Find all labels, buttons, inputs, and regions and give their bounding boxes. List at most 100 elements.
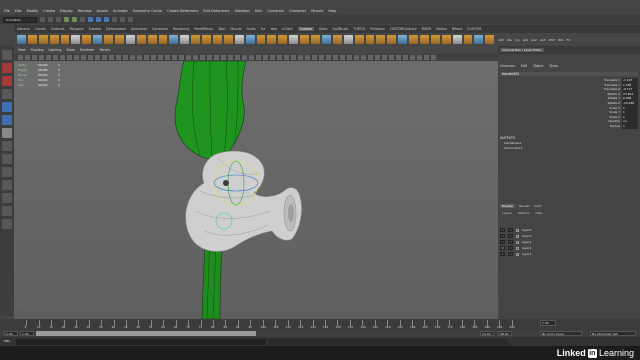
shelf-tab[interactable]: GoZBrush [333, 27, 349, 31]
shelf-tool-icon[interactable] [169, 35, 179, 44]
viewport-toolbar-icon[interactable] [67, 55, 72, 60]
viewport-toolbar-icon[interactable] [158, 55, 163, 60]
save-scene-icon[interactable] [56, 17, 61, 22]
viewport-toolbar-icon[interactable] [277, 55, 282, 60]
start-time-field[interactable]: 1.00 [4, 331, 18, 336]
shelf-tool-icon[interactable] [365, 35, 375, 44]
viewport-toolbar-icon[interactable] [39, 55, 44, 60]
menu-constrain[interactable]: Constrain [267, 9, 284, 13]
shelf-tool-icon[interactable] [474, 35, 484, 44]
viewport-toolbar-icon[interactable] [25, 55, 30, 60]
select-hierarchy-icon[interactable] [64, 17, 69, 22]
open-scene-icon[interactable] [48, 17, 53, 22]
shelf-tab[interactable]: MASH [422, 27, 431, 31]
shelf-button[interactable]: c1B [498, 38, 504, 42]
playback-start-field[interactable]: 1.00 [20, 331, 34, 336]
shelf-tool-icon[interactable] [104, 35, 114, 44]
shelf-button[interactable]: MOT [548, 38, 555, 42]
shelf-tool-icon[interactable] [158, 35, 168, 44]
shelf-tool-icon[interactable] [256, 35, 266, 44]
viewport-toolbar-icon[interactable] [193, 55, 198, 60]
viewport-toolbar-icon[interactable] [326, 55, 331, 60]
shelf-tool-icon[interactable] [202, 35, 212, 44]
shelf-tab[interactable]: Toon [218, 27, 225, 31]
shelf-tab[interactable]: XGen [319, 27, 328, 31]
viewport-toolbar-icon[interactable] [284, 55, 289, 60]
menu-character[interactable]: Character [289, 9, 306, 13]
viewport-toolbar-icon[interactable] [424, 55, 429, 60]
viewport-toolbar-icon[interactable] [389, 55, 394, 60]
lasso-tool-icon[interactable] [2, 63, 12, 73]
shelf-tool-icon[interactable] [321, 35, 331, 44]
shelf-tool-icon[interactable] [180, 35, 190, 44]
layer-visibility-toggle[interactable] [500, 252, 505, 256]
layout-outliner-icon[interactable] [2, 180, 12, 190]
output-node[interactable]: skinCluster1 [504, 146, 523, 151]
viewport-toolbar-icon[interactable] [81, 55, 86, 60]
layer-menu-help[interactable]: Help [536, 211, 543, 215]
shelf-button[interactable]: pk1 [523, 38, 529, 42]
render-settings-icon[interactable] [128, 17, 133, 22]
menu-assets[interactable]: Assets [97, 9, 108, 13]
end-time-field[interactable]: 48.00 [498, 331, 512, 336]
layer-visibility-toggle[interactable] [500, 240, 505, 244]
layer-menu-options[interactable]: Options [518, 211, 530, 215]
shelf-tab[interactable]: Hair [271, 27, 278, 31]
layer-color-swatch[interactable] [516, 234, 519, 238]
viewport-toolbar-icon[interactable] [221, 55, 226, 60]
select-component-icon[interactable] [80, 17, 85, 22]
shelf-tab[interactable]: Dynamics [152, 27, 168, 31]
playback-end-field[interactable]: 24.00 [480, 331, 494, 336]
viewport-menu-shading[interactable]: Shading [31, 48, 44, 52]
move-tool-icon[interactable] [2, 89, 12, 99]
layer-playback-toggle[interactable] [508, 234, 513, 238]
snap-curve-icon[interactable] [96, 17, 101, 22]
range-bar[interactable] [36, 331, 256, 336]
menu-skeleton[interactable]: Skeleton [235, 9, 250, 13]
anim-layer-dropdown[interactable]: No Anim Layer [540, 331, 582, 336]
shelf-tab[interactable]: Motion [436, 27, 447, 31]
shelf-tool-icon[interactable] [60, 35, 70, 44]
shelf-tool-icon[interactable] [343, 35, 353, 44]
shelf-button[interactable]: RIG [558, 38, 563, 42]
shelf-tab[interactable]: Bifrost [452, 27, 462, 31]
viewport-toolbar-icon[interactable] [431, 55, 436, 60]
viewport-toolbar-icon[interactable] [242, 55, 247, 60]
viewport-toolbar-icon[interactable] [347, 55, 352, 60]
shelf-tab[interactable]: TURTLE [353, 27, 365, 31]
shelf-tool-icon[interactable] [49, 35, 59, 44]
viewport-toolbar-icon[interactable] [200, 55, 205, 60]
viewport-toolbar-icon[interactable] [361, 55, 366, 60]
layout-custom-icon[interactable] [2, 219, 12, 229]
viewport-toolbar-icon[interactable] [186, 55, 191, 60]
paint-select-tool-icon[interactable] [2, 76, 12, 86]
shelf-button[interactable]: 1/1 [515, 38, 520, 42]
shelf-tool-icon[interactable] [191, 35, 201, 44]
layer-tab-display[interactable]: Display [500, 204, 516, 208]
menu-skin[interactable]: Skin [255, 9, 262, 13]
rotate-tool-icon[interactable] [2, 102, 12, 112]
shelf-tool-icon[interactable] [234, 35, 244, 44]
shelf-tool-icon[interactable] [267, 35, 277, 44]
viewport-toolbar-icon[interactable] [291, 55, 296, 60]
shelf-tool-icon[interactable] [430, 35, 440, 44]
menu-edit[interactable]: Edit [15, 9, 22, 13]
shelf-tab[interactable]: CUSTOM:\Library [390, 27, 417, 31]
shelf-tool-icon[interactable] [17, 35, 26, 44]
snap-grid-icon[interactable] [88, 17, 93, 22]
viewport-toolbar-icon[interactable] [340, 55, 345, 60]
viewport-toolbar-icon[interactable] [151, 55, 156, 60]
layer-color-swatch[interactable] [516, 240, 519, 244]
viewport-toolbar-icon[interactable] [137, 55, 142, 60]
viewport-toolbar-icon[interactable] [18, 55, 23, 60]
viewport-toolbar-icon[interactable] [235, 55, 240, 60]
shelf-tool-icon[interactable] [300, 35, 310, 44]
menu-file[interactable]: File [4, 9, 10, 13]
shelf-tab[interactable]: Surfaces [51, 27, 65, 31]
shelf-tool-icon[interactable] [38, 35, 48, 44]
select-tool-icon[interactable] [2, 50, 12, 60]
viewport-toolbar-icon[interactable] [298, 55, 303, 60]
shelf-tool-icon[interactable] [398, 35, 408, 44]
shelf-button[interactable]: pk2 [531, 38, 537, 42]
shelf-tool-icon[interactable] [311, 35, 320, 44]
